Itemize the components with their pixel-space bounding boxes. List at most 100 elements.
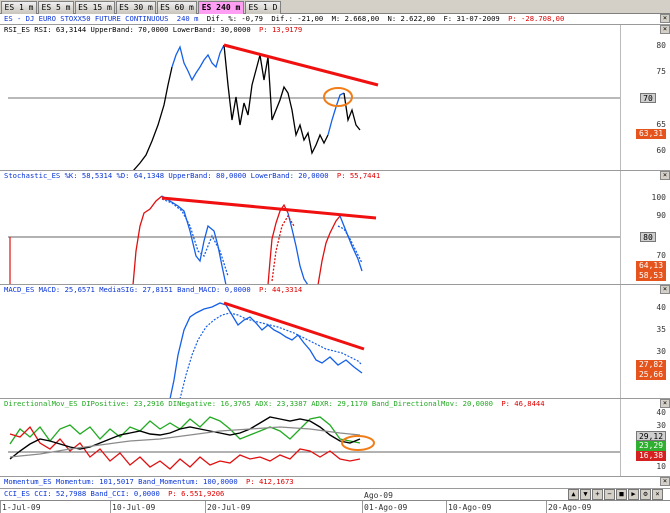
x-label-20-jul: 20-Jul-09 <box>207 503 251 512</box>
rsi-line-black-mid <box>223 44 329 155</box>
macd-signal-line <box>179 312 363 398</box>
stochastic-d-tag: 58,53 <box>636 271 666 281</box>
stochastic-k-blue-3 <box>339 215 363 272</box>
stochastic-k-red-2 <box>267 203 289 284</box>
rsi-plot <box>8 43 620 170</box>
rsi-line-blue <box>171 44 225 82</box>
rsi-tick-80: 80 <box>656 41 666 50</box>
instrument-name: ES - DJ EURO STOXX50 FUTURE CONTINUOUS <box>4 14 169 23</box>
stochastic-k-red <box>132 195 163 284</box>
dmi-positive-tag: 23,29 <box>636 441 666 451</box>
rsi-line-black-start <box>133 66 173 170</box>
zoom-in-icon[interactable]: + <box>592 489 603 500</box>
rsi-tick-75: 75 <box>656 67 666 76</box>
rsi-pane: RSI_ES RSI: 63,3144 UpperBand: 70,0000 L… <box>0 24 670 170</box>
rsi-value-tag: 63,31 <box>636 129 666 139</box>
stochastic-tick-90: 90 <box>656 211 666 220</box>
macd-y-axis: 40 35 30 27,82 25,66 <box>620 285 670 398</box>
stochastic-plot <box>8 195 620 284</box>
dmi-tick-40: 40 <box>656 408 666 417</box>
x-label-10-ago: 10-Ago-09 <box>448 503 492 512</box>
rsi-tick-65: 65 <box>656 120 666 129</box>
macd-tick-35: 35 <box>656 325 666 334</box>
zoom-out-icon[interactable]: − <box>604 489 615 500</box>
diff-value: Dif.: -21,00 <box>271 14 324 23</box>
timeframe-label: 240 m <box>176 14 199 23</box>
momentum-header-values: Momentum_ES Momentum: 101,5017 Band_Mome… <box>4 477 238 486</box>
dmi-y-axis: 40 30 10 29,12 23,29 16,38 <box>620 399 670 476</box>
directional-movement-pane: DirectionalMov_ES DIPositive: 23,2916 DI… <box>0 398 670 476</box>
window-close-icon[interactable]: × <box>660 14 670 23</box>
chart-window: ES 1 m ES 5 m ES 15 m ES 30 m ES 60 m ES… <box>0 0 670 513</box>
momentum-pane-close-icon[interactable]: × <box>660 477 670 486</box>
close-icon[interactable]: × <box>652 489 663 500</box>
stochastic-d-blue <box>161 198 229 277</box>
p-value: P: -28.708,00 <box>508 14 565 23</box>
tab-es-60m[interactable]: ES 60 m <box>157 1 197 14</box>
tab-es-30m[interactable]: ES 30 m <box>116 1 156 14</box>
rsi-highlight-ellipse <box>323 87 353 107</box>
save-icon[interactable]: ■ <box>616 489 627 500</box>
chevron-up-icon[interactable]: ▲ <box>568 489 579 500</box>
dmi-tick-30: 30 <box>656 421 666 430</box>
dmi-plot <box>8 416 620 470</box>
tab-es-1d[interactable]: ES 1 D <box>245 1 281 14</box>
x-label-ago: Ago-09 <box>364 491 393 500</box>
x-label-10-jul: 10-Jul-09 <box>112 503 156 512</box>
stochastic-k-blue <box>161 195 227 284</box>
momentum-pane: Momentum_ES Momentum: 101,5017 Band_Mome… <box>0 476 670 488</box>
play-icon[interactable]: ▶ <box>628 489 639 500</box>
x-label-1-jul: 1-Jul-09 <box>2 503 41 512</box>
macd-pane: MACD_ES MACD: 25,6571 MediaSIG: 27,8151 … <box>0 284 670 398</box>
x-label-20-ago: 20-Ago-09 <box>548 503 592 512</box>
stochastic-k-blue-2 <box>287 212 309 284</box>
dmi-negative-red <box>9 425 361 470</box>
macd-value-tag: 25,66 <box>636 370 666 380</box>
x-label-01-ago: 01-Ago-09 <box>364 503 408 512</box>
stochastic-pane-close-icon[interactable]: × <box>660 171 670 180</box>
stochastic-level-tag: 80 <box>640 232 656 242</box>
macd-plot <box>169 301 365 398</box>
stochastic-k-tag: 64,13 <box>636 261 666 271</box>
tab-es-5m[interactable]: ES 5 m <box>38 1 74 14</box>
tab-es-240m[interactable]: ES 240 m <box>198 1 244 14</box>
rsi-y-axis: 80 75 65 60 70 63,31 <box>620 25 670 170</box>
stochastic-trendline <box>161 196 377 220</box>
diff-percent: Dif. %: -0,79 <box>206 14 263 23</box>
macd-trendline <box>223 301 365 351</box>
chevron-down-icon[interactable]: ▼ <box>580 489 591 500</box>
rsi-level-tag: 70 <box>640 93 656 103</box>
macd-pane-close-icon[interactable]: × <box>660 285 670 294</box>
min-value: N: 2.622,00 <box>387 14 436 23</box>
dmi-adxr-tag: 29,12 <box>636 431 666 441</box>
max-value: M: 2.668,00 <box>331 14 380 23</box>
cci-header-p: P: 6.551,9206 <box>168 489 225 498</box>
timeframe-tabbar: ES 1 m ES 5 m ES 15 m ES 30 m ES 60 m ES… <box>0 0 670 14</box>
stochastic-pane: Stochastic_ES %K: 58,5314 %D: 64,1348 Up… <box>0 170 670 284</box>
dmi-tick-10: 10 <box>656 462 666 471</box>
settings-icon[interactable]: ⚙ <box>640 489 651 500</box>
stochastic-y-axis: 100 90 70 80 64,13 58,53 <box>620 171 670 284</box>
momentum-header-p: P: 412,1673 <box>246 477 294 486</box>
rsi-line-blue-end <box>327 92 345 136</box>
macd-tick-40: 40 <box>656 303 666 312</box>
rsi-trendline <box>223 43 379 87</box>
tab-es-1m[interactable]: ES 1 m <box>1 1 37 14</box>
macd-tick-30: 30 <box>656 347 666 356</box>
rsi-tick-60: 60 <box>656 146 666 155</box>
cci-header-values: CCI_ES CCI: 52,7988 Band_CCI: 0,0000 <box>4 489 160 498</box>
x-axis: 1-Jul-09 10-Jul-09 20-Jul-09 Ago-09 01-A… <box>0 491 670 513</box>
stochastic-k-red-3 <box>317 215 341 284</box>
tab-es-15m[interactable]: ES 15 m <box>75 1 115 14</box>
rsi-pane-close-icon[interactable]: × <box>660 25 670 34</box>
stochastic-tick-70: 70 <box>656 251 666 260</box>
date-value: F: 31-07-2009 <box>443 14 500 23</box>
momentum-header: Momentum_ES Momentum: 101,5017 Band_Mome… <box>4 477 294 487</box>
dmi-negative-tag: 16,38 <box>636 451 666 461</box>
stochastic-tick-100: 100 <box>651 193 666 202</box>
macd-signal-tag: 27,82 <box>636 360 666 370</box>
dmi-pane-close-icon[interactable]: × <box>660 399 670 408</box>
cci-header: CCI_ES CCI: 52,7988 Band_CCI: 0,0000 P: … <box>4 489 224 499</box>
stochastic-d-blue-3 <box>337 225 363 264</box>
price-header: ES - DJ EURO STOXX50 FUTURE CONTINUOUS 2… <box>4 14 564 24</box>
